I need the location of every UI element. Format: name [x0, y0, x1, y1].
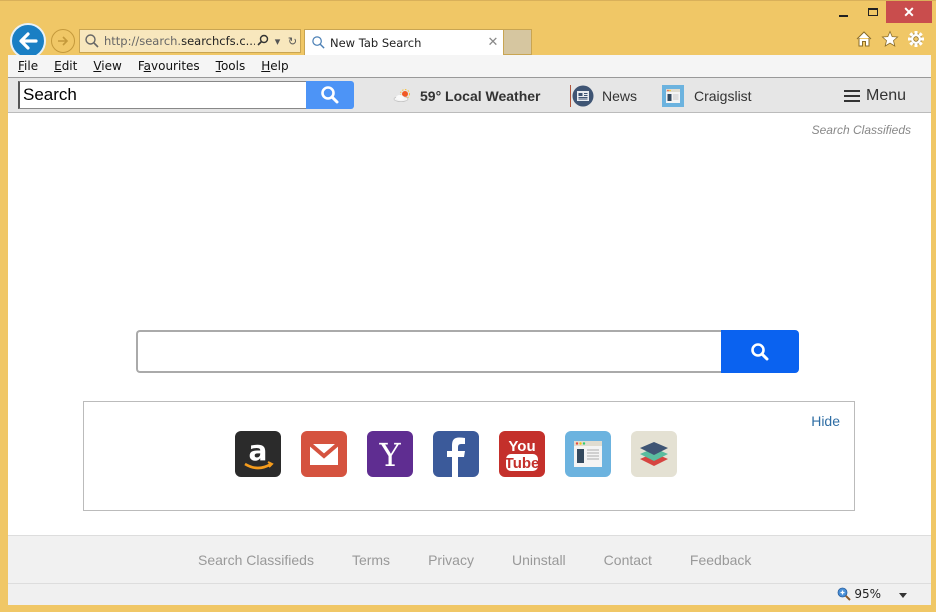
footer-link-uninstall[interactable]: Uninstall — [512, 552, 566, 568]
footer-link-terms[interactable]: Terms — [352, 552, 390, 568]
svg-text:Tube: Tube — [505, 455, 540, 472]
classifieds-icon — [662, 85, 684, 107]
footer-link-search-classifieds[interactable]: Search Classifieds — [198, 552, 314, 568]
address-search-button[interactable] — [255, 34, 270, 49]
status-bar: 95% — [8, 583, 931, 605]
footer-links: Search Classifieds Terms Privacy Uninsta… — [198, 552, 789, 568]
url-domain: searchcfs.c... — [181, 34, 255, 48]
page-content: Search 59° Local Weather News Craigslist — [8, 77, 931, 583]
minimize-icon — [838, 15, 848, 17]
main-search-button[interactable] — [721, 330, 799, 373]
menu-view[interactable]: View — [93, 59, 121, 73]
menu-bar: File Edit View Favourites Tools Help — [8, 55, 931, 77]
menu-button[interactable]: Menu — [844, 78, 906, 114]
search-icon — [751, 342, 769, 360]
menu-tools[interactable]: Tools — [216, 59, 246, 73]
gear-icon[interactable] — [906, 29, 926, 49]
svg-text:Y: Y — [378, 436, 401, 474]
mail-envelope-icon — [308, 442, 340, 465]
tab-close-icon[interactable]: ✕ — [483, 35, 503, 50]
weather-link[interactable]: 59° Local Weather — [392, 78, 541, 114]
shortcut-layers[interactable] — [631, 431, 677, 477]
craigslist-label: Craigslist — [694, 88, 752, 104]
magnifier-icon — [256, 34, 268, 46]
shortcuts-panel: Hide a Y You Tube — [83, 401, 855, 511]
shortcut-youtube[interactable]: You Tube — [499, 431, 545, 477]
url-prefix: http://search. — [104, 34, 182, 48]
news-label: News — [602, 88, 638, 104]
tab-new-tab-search[interactable]: New Tab Search ✕ — [304, 29, 504, 55]
page-footer: Search Classifieds Terms Privacy Uninsta… — [8, 535, 931, 583]
browser-window-icon — [574, 441, 602, 467]
browser-right-icons — [854, 29, 926, 49]
arrow-left-icon — [19, 32, 38, 50]
toolbar-search-button[interactable] — [306, 81, 354, 109]
hamburger-menu-icon — [844, 89, 860, 103]
weather-cloud-sun-icon — [392, 89, 412, 103]
search-icon — [312, 36, 325, 49]
svg-text:a: a — [249, 434, 268, 467]
svg-text:You: You — [508, 438, 535, 455]
address-url[interactable]: http://search.searchcfs.c... — [104, 34, 255, 48]
search-classifieds-label[interactable]: Search Classifieds — [812, 123, 911, 137]
toolbar-search-input[interactable]: Search — [18, 81, 306, 109]
favorites-star-icon[interactable] — [880, 29, 900, 49]
forward-button[interactable] — [51, 29, 75, 53]
footer-link-privacy[interactable]: Privacy — [428, 552, 474, 568]
main-search-input[interactable] — [136, 330, 722, 373]
zoom-level: 95% — [854, 587, 881, 601]
hide-link[interactable]: Hide — [811, 413, 840, 429]
zoom-magnifier-icon — [837, 587, 852, 601]
shortcut-gmail[interactable] — [301, 431, 347, 477]
search-icon — [85, 34, 99, 48]
zoom-dropdown-icon[interactable] — [899, 593, 907, 598]
news-link[interactable]: News — [570, 78, 637, 114]
address-bar[interactable]: http://search.searchcfs.c... ▾ ↻ — [79, 29, 301, 53]
menu-file[interactable]: File — [18, 59, 38, 73]
weather-label: 59° Local Weather — [420, 88, 541, 104]
shortcut-amazon[interactable]: a — [235, 431, 281, 477]
shortcut-facebook[interactable] — [433, 431, 479, 477]
footer-link-feedback[interactable]: Feedback — [690, 552, 751, 568]
facebook-icon — [447, 437, 465, 477]
maximize-button[interactable] — [860, 1, 886, 23]
new-tab-button[interactable] — [504, 29, 532, 55]
maximize-icon — [868, 8, 878, 16]
zoom-control[interactable]: 95% — [837, 587, 881, 601]
refresh-icon[interactable]: ↻ — [285, 35, 300, 48]
back-button[interactable] — [10, 23, 46, 59]
newspaper-icon — [570, 85, 594, 107]
shortcut-yahoo[interactable]: Y — [367, 431, 413, 477]
home-icon[interactable] — [854, 29, 874, 49]
address-dropdown-icon[interactable]: ▾ — [270, 35, 285, 48]
extension-toolbar: Search 59° Local Weather News Craigslist — [8, 77, 931, 113]
amazon-icon: a — [244, 434, 274, 470]
menu-help[interactable]: Help — [261, 59, 288, 73]
close-window-button[interactable]: ✕ — [886, 1, 932, 23]
browser-frame: ✕ http://search.searchcfs.c... ▾ ↻ New T… — [0, 0, 936, 59]
menu-favourites[interactable]: Favourites — [138, 59, 200, 73]
arrow-right-icon — [58, 36, 69, 46]
yahoo-icon: Y — [378, 436, 401, 474]
craigslist-link[interactable]: Craigslist — [662, 78, 752, 114]
search-icon — [321, 86, 339, 104]
shortcut-tiles: a Y You Tube — [235, 431, 677, 477]
tab-title: New Tab Search — [330, 35, 422, 50]
menu-label: Menu — [866, 87, 907, 104]
shortcut-classifieds[interactable] — [565, 431, 611, 477]
youtube-icon: YouTube — [505, 438, 540, 472]
layers-stack-icon — [640, 442, 668, 466]
minimize-button[interactable] — [830, 1, 856, 23]
footer-link-contact[interactable]: Contact — [604, 552, 652, 568]
menu-edit[interactable]: Edit — [54, 59, 77, 73]
